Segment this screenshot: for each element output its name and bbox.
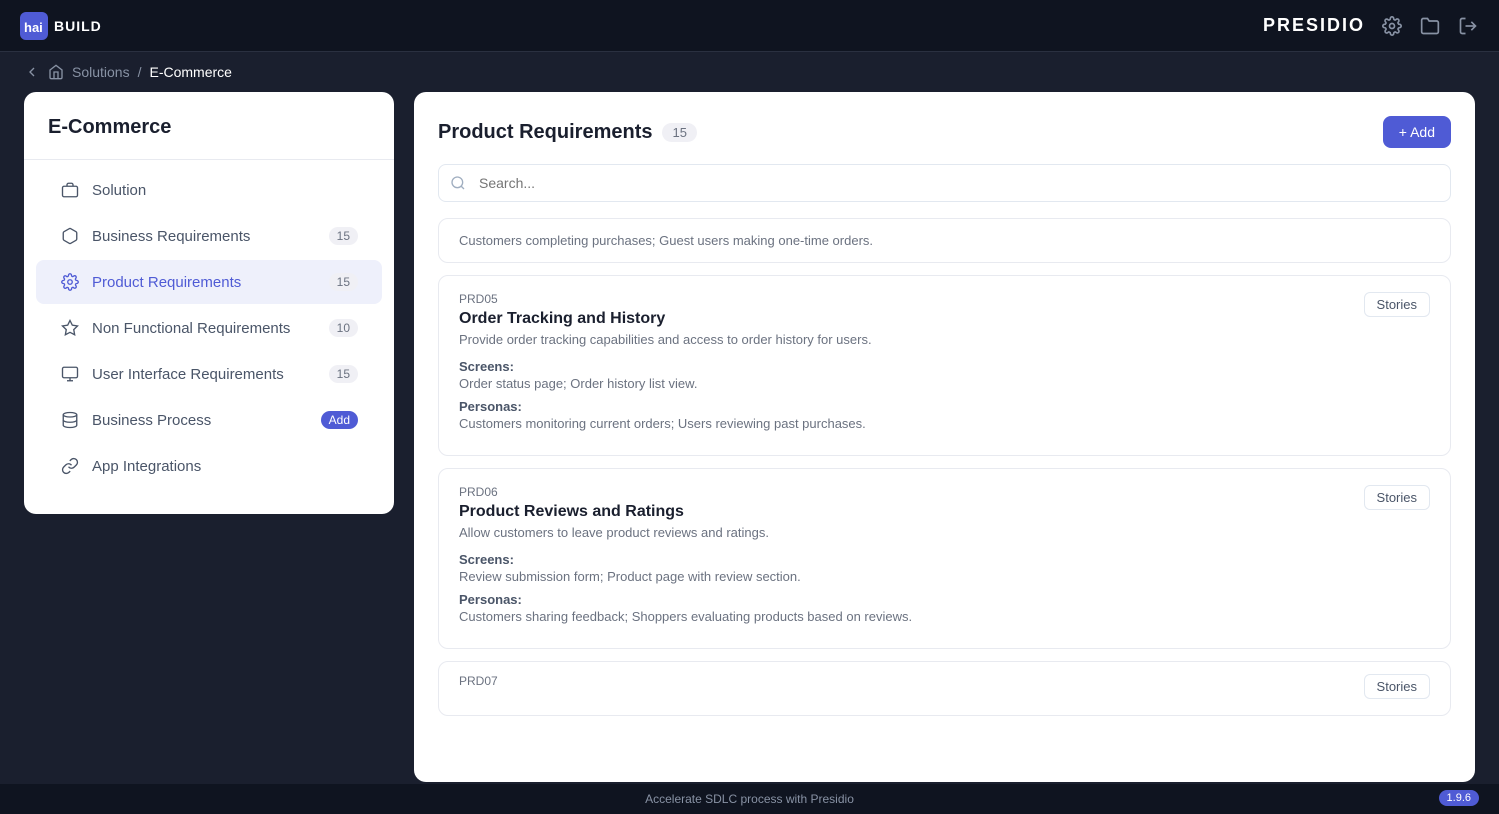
sidebar-badge-business-req: 15 <box>329 227 358 245</box>
req-id-prd05: PRD05 <box>459 292 872 306</box>
screens-value-prd05: Order status page; Order history list vi… <box>459 376 1430 391</box>
content-panel: Product Requirements 15 + Add Customers … <box>414 92 1475 782</box>
stories-button-prd06[interactable]: Stories <box>1364 485 1430 510</box>
personas-label-prd05: Personas: <box>459 399 1430 414</box>
sidebar-item-product-requirements[interactable]: Product Requirements 15 <box>36 260 382 304</box>
content-title: Product Requirements <box>438 121 652 144</box>
personas-value-prd06: Customers sharing feedback; Shoppers eva… <box>459 609 1430 624</box>
add-button[interactable]: + Add <box>1383 116 1451 148</box>
ui-req-icon <box>60 364 80 384</box>
stories-button-prd05[interactable]: Stories <box>1364 292 1430 317</box>
search-box <box>438 164 1451 202</box>
content-header: Product Requirements 15 + Add <box>438 116 1451 148</box>
req-id-prd07: PRD07 <box>459 674 498 688</box>
req-card-prd06-meta: PRD06 Product Reviews and Ratings Allow … <box>459 485 769 548</box>
topnav-right: PRESIDIO <box>1263 15 1479 37</box>
back-button[interactable] <box>24 64 40 80</box>
sidebar-item-solution-label: Solution <box>92 182 358 199</box>
sidebar-item-app-integrations[interactable]: App Integrations <box>36 444 382 488</box>
req-title-prd06: Product Reviews and Ratings <box>459 503 769 521</box>
logo: hai BUILD <box>20 12 102 40</box>
breadcrumb-solutions[interactable]: Solutions <box>72 64 130 80</box>
breadcrumb: Solutions / E-Commerce <box>0 52 1499 92</box>
topnav: hai BUILD PRESIDIO <box>0 0 1499 52</box>
top-personas-text: Customers completing purchases; Guest us… <box>459 233 873 248</box>
sidebar-badge-business-process[interactable]: Add <box>321 411 358 429</box>
req-title-prd05: Order Tracking and History <box>459 310 872 328</box>
home-icon <box>48 64 64 80</box>
req-card-prd07: PRD07 Stories <box>438 661 1451 716</box>
settings-icon[interactable] <box>1381 15 1403 37</box>
req-desc-prd05: Provide order tracking capabilities and … <box>459 332 872 347</box>
breadcrumb-separator: / <box>138 64 142 80</box>
personas-label-prd06: Personas: <box>459 592 1430 607</box>
hai-logo-icon: hai <box>20 12 48 40</box>
solution-icon <box>60 180 80 200</box>
business-req-icon <box>60 226 80 246</box>
main-layout: E-Commerce Solution Business Requirement… <box>0 92 1499 806</box>
top-personas-card: Customers completing purchases; Guest us… <box>438 218 1451 263</box>
sidebar-badge-product-req: 15 <box>329 273 358 291</box>
req-card-prd05-header: PRD05 Order Tracking and History Provide… <box>459 292 1430 355</box>
sidebar-item-ui-requirements[interactable]: User Interface Requirements 15 <box>36 352 382 396</box>
stories-button-prd07[interactable]: Stories <box>1364 674 1430 699</box>
footer-bar: Accelerate SDLC process with Presidio <box>0 784 1499 814</box>
app-integrations-icon <box>60 456 80 476</box>
folder-icon[interactable] <box>1419 15 1441 37</box>
content-count-badge: 15 <box>662 123 696 142</box>
sidebar-item-product-req-label: Product Requirements <box>92 274 317 291</box>
search-icon <box>450 175 466 191</box>
sidebar-item-solution[interactable]: Solution <box>36 168 382 212</box>
req-card-prd05: PRD05 Order Tracking and History Provide… <box>438 275 1451 456</box>
svg-text:hai: hai <box>24 20 43 35</box>
sidebar-badge-non-functional: 10 <box>329 319 358 337</box>
search-input[interactable] <box>438 164 1451 202</box>
non-functional-icon <box>60 318 80 338</box>
req-id-prd06: PRD06 <box>459 485 769 499</box>
req-card-prd06-header: PRD06 Product Reviews and Ratings Allow … <box>459 485 1430 548</box>
req-card-prd07-header: PRD07 Stories <box>459 674 1430 699</box>
sidebar-item-business-process-label: Business Process <box>92 412 309 429</box>
req-card-prd06: PRD06 Product Reviews and Ratings Allow … <box>438 468 1451 649</box>
sidebar-item-business-requirements[interactable]: Business Requirements 15 <box>36 214 382 258</box>
content-title-row: Product Requirements 15 <box>438 121 697 144</box>
logout-icon[interactable] <box>1457 15 1479 37</box>
req-card-prd05-meta: PRD05 Order Tracking and History Provide… <box>459 292 872 355</box>
sidebar-badge-ui-req: 15 <box>329 365 358 383</box>
sidebar-item-ui-req-label: User Interface Requirements <box>92 366 317 383</box>
screens-label-prd06: Screens: <box>459 552 1430 567</box>
logo-text: BUILD <box>54 18 102 34</box>
business-process-icon <box>60 410 80 430</box>
req-desc-prd06: Allow customers to leave product reviews… <box>459 525 769 540</box>
breadcrumb-current: E-Commerce <box>149 64 231 80</box>
presidio-logo: PRESIDIO <box>1263 15 1365 36</box>
product-req-icon <box>60 272 80 292</box>
version-badge: 1.9.6 <box>1439 790 1479 806</box>
personas-value-prd05: Customers monitoring current orders; Use… <box>459 416 1430 431</box>
screens-value-prd06: Review submission form; Product page wit… <box>459 569 1430 584</box>
screens-label-prd05: Screens: <box>459 359 1430 374</box>
footer-text: Accelerate SDLC process with Presidio <box>645 792 854 806</box>
sidebar: E-Commerce Solution Business Requirement… <box>24 92 394 514</box>
topnav-left: hai BUILD <box>20 12 102 40</box>
sidebar-title: E-Commerce <box>24 116 394 160</box>
sidebar-item-non-functional-label: Non Functional Requirements <box>92 320 317 337</box>
sidebar-item-non-functional[interactable]: Non Functional Requirements 10 <box>36 306 382 350</box>
sidebar-item-app-integrations-label: App Integrations <box>92 458 358 475</box>
sidebar-item-business-req-label: Business Requirements <box>92 228 317 245</box>
sidebar-item-business-process[interactable]: Business Process Add <box>36 398 382 442</box>
req-card-prd07-meta: PRD07 <box>459 674 498 692</box>
